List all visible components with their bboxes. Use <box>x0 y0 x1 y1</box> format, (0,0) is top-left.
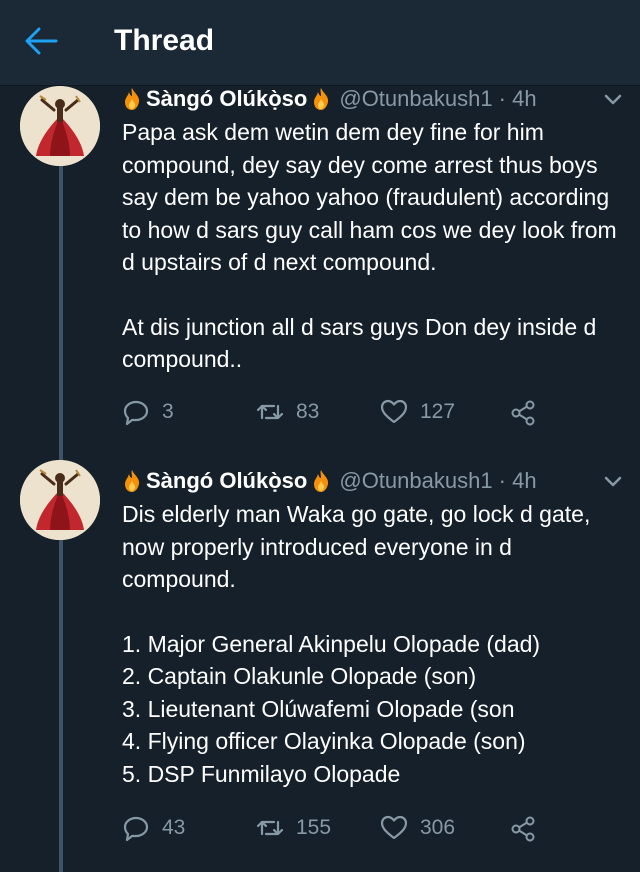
tweet-body: Papa ask dem wetin dem dey fine for him … <box>122 116 627 376</box>
tweet-header: Sàngó Olúkọ̀so @Otunbakush1 · 4h <box>122 468 537 494</box>
like-button[interactable]: 306 <box>380 814 455 842</box>
reply-icon <box>123 816 149 842</box>
tweet-paragraph: At dis junction all d sars guys Don dey … <box>122 313 597 373</box>
reply-icon <box>123 400 149 426</box>
like-count: 306 <box>420 816 456 839</box>
top-app-bar: Thread <box>0 0 640 86</box>
arrow-left-icon[interactable] <box>24 26 58 56</box>
reply-count: 3 <box>162 400 174 423</box>
fire-emoji-icon <box>125 470 140 492</box>
share-icon[interactable] <box>510 816 536 842</box>
like-button[interactable]: 127 <box>380 398 455 426</box>
list-item: 1. Major General Akinpelu Olopade (dad) <box>122 630 541 657</box>
retweet-button[interactable]: 83 <box>256 398 319 426</box>
tweet-actions: 3 83 127 <box>122 398 622 432</box>
reply-button[interactable]: 43 <box>122 814 185 842</box>
retweet-count: 155 <box>296 816 332 839</box>
chevron-down-icon[interactable] <box>604 94 622 106</box>
author-handle[interactable]: @Otunbakush1 · 4h <box>339 468 536 494</box>
retweet-icon <box>256 404 284 420</box>
fire-emoji-icon <box>314 88 329 110</box>
fire-emoji-icon <box>125 88 140 110</box>
reply-button[interactable]: 3 <box>122 398 174 426</box>
author-name[interactable]: Sàngó Olúkọ̀so <box>146 468 307 494</box>
heart-icon <box>380 399 408 424</box>
list-item: 5. DSP Funmilayo Olopade <box>122 760 401 787</box>
like-count: 127 <box>420 400 456 423</box>
share-icon[interactable] <box>510 400 536 426</box>
thread-connector-line <box>59 532 63 872</box>
chevron-down-icon[interactable] <box>604 476 622 488</box>
list-item: 3. Lieutenant Olúwafemi Olopade (son <box>122 695 515 722</box>
fire-emoji-icon <box>314 470 329 492</box>
thread-connector-line <box>59 160 63 460</box>
list-item: 4. Flying officer Olayinka Olopade (son) <box>122 728 526 754</box>
author-handle[interactable]: @Otunbakush1 · 4h <box>339 86 536 112</box>
tweet-paragraph: Papa ask dem wetin dem dey fine for him … <box>122 119 617 275</box>
tweet-actions: 43 155 306 <box>122 814 622 848</box>
retweet-icon <box>256 820 284 836</box>
avatar[interactable] <box>20 86 100 166</box>
list-item: 2. Captain Olakunle Olopade (son) <box>122 663 477 689</box>
author-name[interactable]: Sàngó Olúkọ̀so <box>146 86 307 112</box>
tweet-paragraph: Dis elderly man Waka go gate, go lock d … <box>122 501 591 592</box>
tweet-body: Dis elderly man Waka go gate, go lock d … <box>122 498 627 790</box>
heart-icon <box>380 815 408 840</box>
tweet-header: Sàngó Olúkọ̀so @Otunbakush1 · 4h <box>122 86 537 112</box>
avatar[interactable] <box>20 460 100 540</box>
page-title: Thread <box>114 24 215 57</box>
retweet-button[interactable]: 155 <box>256 814 331 842</box>
retweet-count: 83 <box>296 400 320 423</box>
reply-count: 43 <box>162 816 186 839</box>
